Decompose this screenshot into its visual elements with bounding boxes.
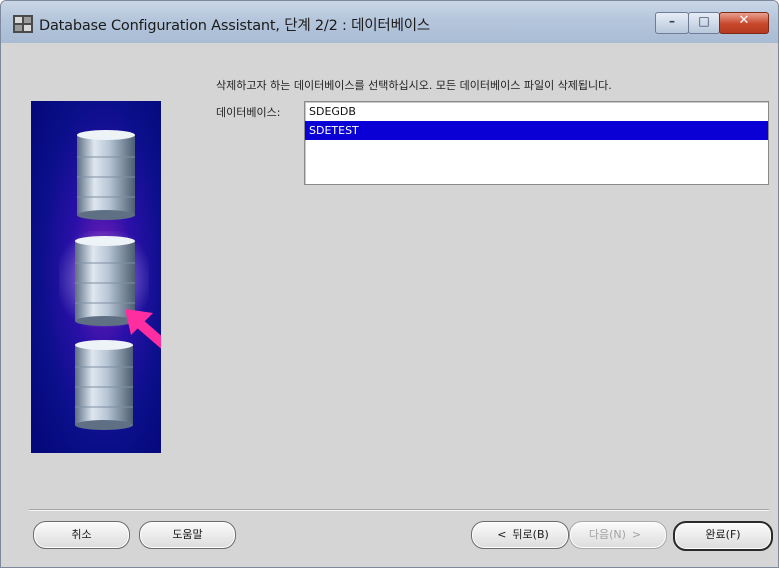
next-arrow-icon: >	[631, 528, 642, 541]
minimize-button[interactable]: –	[655, 12, 689, 34]
minimize-icon: –	[669, 14, 675, 28]
cancel-button[interactable]: 취소	[33, 521, 130, 549]
dialog-window: Database Configuration Assistant, 단계 2/2…	[0, 0, 779, 568]
database-listbox[interactable]: SDEGDB SDETEST	[304, 101, 769, 185]
title-bar[interactable]: Database Configuration Assistant, 단계 2/2…	[1, 1, 778, 43]
database-cylinders-illustration	[31, 101, 161, 453]
finish-button-label: 완료(F)	[705, 528, 741, 541]
maximize-icon: □	[698, 14, 710, 28]
next-button[interactable]: 다음(N) >	[569, 521, 667, 549]
finish-button[interactable]: 완료(F)	[673, 521, 773, 551]
help-button-label: 도움말	[172, 528, 203, 541]
database-cylinder-bottom	[75, 340, 133, 430]
database-list-item-selected[interactable]: SDETEST	[305, 121, 768, 140]
footer-separator	[29, 509, 769, 511]
database-app-icon	[13, 15, 33, 33]
window-title: Database Configuration Assistant, 단계 2/2…	[39, 18, 430, 34]
database-cylinder-top	[77, 130, 135, 220]
back-button[interactable]: < 뒤로(B)	[471, 521, 569, 549]
close-icon: ✕	[738, 13, 750, 28]
instruction-text: 삭제하고자 하는 데이터베이스를 선택하십시오. 모든 데이터베이스 파일이 삭…	[216, 79, 612, 92]
database-list-item[interactable]: SDEGDB	[305, 102, 768, 121]
database-label: 데이터베이스:	[216, 106, 281, 119]
dialog-body: 삭제하고자 하는 데이터베이스를 선택하십시오. 모든 데이터베이스 파일이 삭…	[9, 43, 773, 559]
next-button-label: 다음(N)	[588, 528, 626, 541]
back-arrow-icon: <	[497, 528, 507, 541]
help-button[interactable]: 도움말	[139, 521, 236, 549]
close-button[interactable]: ✕	[719, 12, 769, 34]
cancel-button-label: 취소	[71, 528, 92, 541]
back-button-label: 뒤로(B)	[512, 528, 549, 541]
maximize-button[interactable]: □	[688, 12, 720, 34]
